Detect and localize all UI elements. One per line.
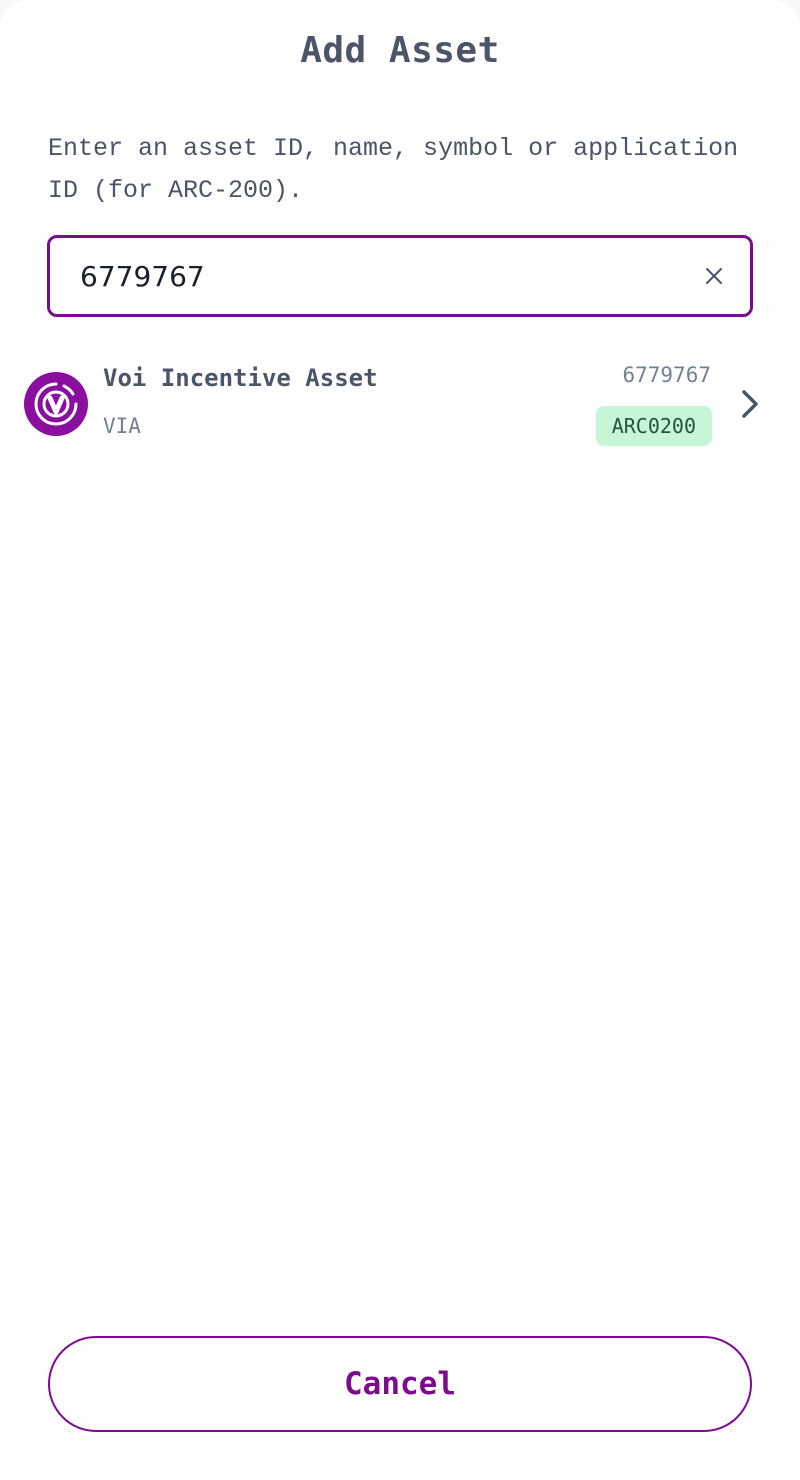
asset-id: 6779767	[622, 363, 711, 387]
asset-result-item[interactable]: Voi Incentive Asset VIA 6779767 ARC0200	[0, 352, 800, 456]
close-icon	[706, 268, 722, 284]
asset-symbol: VIA	[103, 414, 141, 438]
clear-search-button[interactable]	[700, 262, 728, 290]
add-asset-modal: Add Asset Enter an asset ID, name, symbo…	[0, 0, 800, 1480]
cancel-button[interactable]: Cancel	[48, 1336, 752, 1432]
asset-standard-badge: ARC0200	[595, 406, 712, 446]
voi-logo-icon	[24, 372, 88, 436]
chevron-right-icon	[742, 390, 758, 418]
modal-title: Add Asset	[300, 30, 500, 71]
search-field[interactable]	[47, 235, 753, 317]
instructions-text: Enter an asset ID, name, symbol or appli…	[48, 134, 739, 205]
search-input[interactable]	[80, 238, 660, 314]
asset-name: Voi Incentive Asset	[103, 364, 378, 392]
